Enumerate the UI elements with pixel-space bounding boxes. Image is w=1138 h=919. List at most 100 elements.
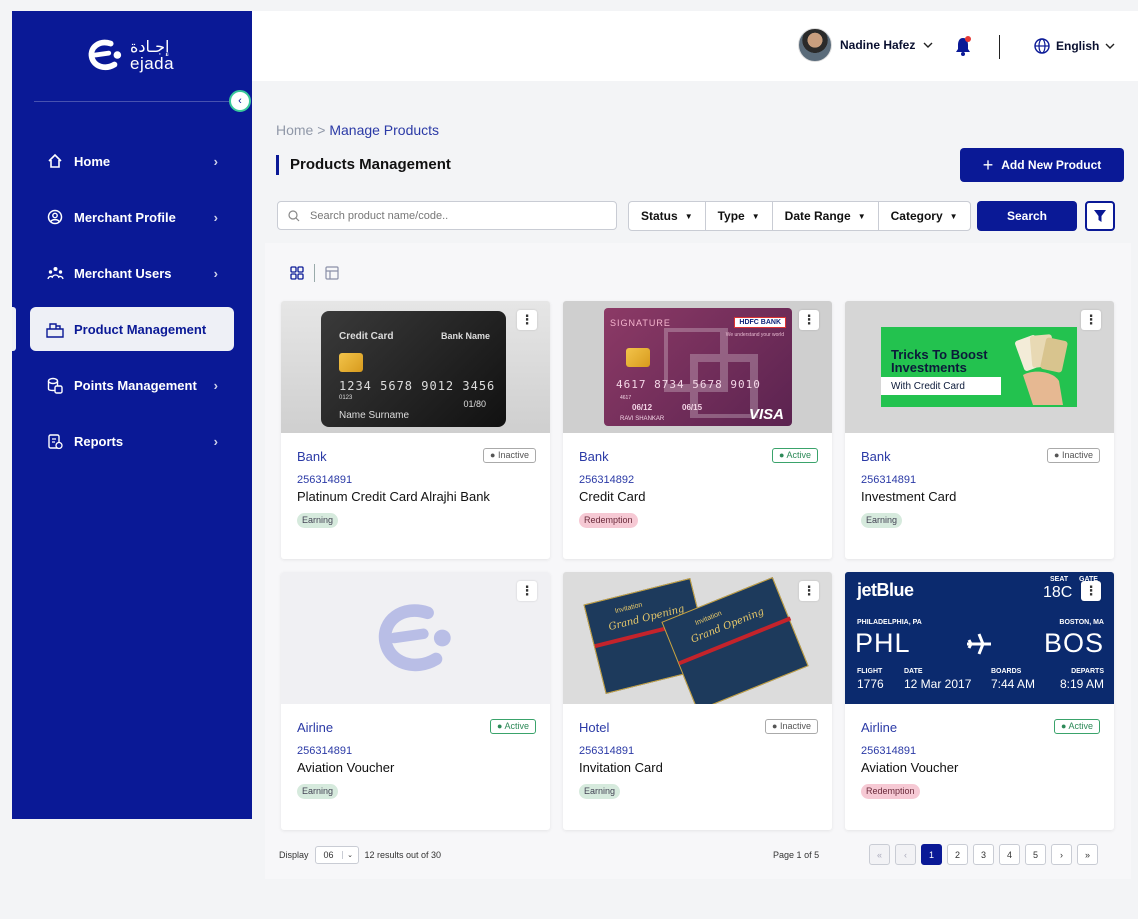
card-code: 256314891 — [579, 745, 635, 757]
product-card[interactable]: jetBlue SEAT GATE 18C PHILADELPHIA, PA B… — [845, 572, 1114, 830]
card-menu-icon[interactable]: ⋮ — [1081, 310, 1101, 330]
search-input[interactable] — [310, 209, 590, 222]
next-page-button[interactable]: › — [1051, 844, 1072, 865]
last-page-button[interactable]: » — [1077, 844, 1098, 865]
notification-bell-icon[interactable] — [954, 35, 972, 57]
display-count: Display 06 ⌄ 12 results out of 30 — [279, 846, 441, 864]
from-city: PHILADELPHIA, PA — [857, 619, 922, 626]
chevron-down-icon: ⌄ — [341, 851, 358, 859]
product-image: jetBlue SEAT GATE 18C PHILADELPHIA, PA B… — [845, 572, 1114, 704]
product-card[interactable]: Credit Card Bank Name 1234 5678 9012 345… — [281, 301, 550, 559]
sidebar-item-home[interactable]: Home › — [30, 139, 234, 183]
hand-holding-cards-image — [1015, 334, 1068, 405]
page-button-1[interactable]: 1 — [921, 844, 942, 865]
filter-type-dropdown[interactable]: Type ▼ — [706, 202, 773, 230]
filter-date-range-dropdown[interactable]: Date Range ▼ — [773, 202, 879, 230]
status-badge: ● Active — [1054, 719, 1100, 734]
first-page-button[interactable]: « — [869, 844, 890, 865]
view-toggle-divider — [314, 264, 315, 282]
search-icon — [288, 209, 300, 221]
card-menu-icon[interactable]: ⋮ — [799, 310, 819, 330]
page-size-select[interactable]: 06 ⌄ — [314, 846, 359, 864]
caret-down-icon: ▼ — [857, 211, 866, 221]
type-badge: Earning — [861, 513, 903, 528]
language-selector[interactable]: English — [1034, 38, 1115, 54]
breadcrumb-current: Manage Products — [329, 122, 440, 138]
sidebar-item-merchant-profile[interactable]: Merchant Profile › — [30, 195, 234, 239]
page-button-4[interactable]: 4 — [999, 844, 1020, 865]
card-name: Invitation Card — [579, 760, 663, 775]
coins-icon — [46, 376, 64, 394]
card-category: Bank — [297, 449, 327, 464]
card-menu-icon[interactable]: ⋮ — [517, 581, 537, 601]
double-chevron-right-icon: » — [1084, 849, 1090, 860]
product-card[interactable]: Invitation Grand Opening Invitation Gran… — [563, 572, 832, 830]
product-image: Tricks To Boost Investments With Credit … — [845, 301, 1114, 433]
sidebar-item-product-management[interactable]: Product Management — [30, 307, 234, 351]
add-new-product-button[interactable]: + Add New Product — [960, 148, 1124, 182]
chevron-down-icon — [923, 42, 933, 48]
filter-bar: Status ▼ Type ▼ Date Range ▼ Category ▼ — [628, 201, 971, 231]
card-menu-icon[interactable]: ⋮ — [1081, 581, 1101, 601]
search-button[interactable]: Search — [977, 201, 1077, 231]
filter-label: Type — [717, 209, 745, 223]
advanced-filter-button[interactable] — [1085, 201, 1115, 231]
seat-label: SEAT — [1050, 576, 1069, 583]
user-menu[interactable]: Nadine Hafez — [798, 28, 933, 62]
page-button-2[interactable]: 2 — [947, 844, 968, 865]
sidebar-item-label: Merchant Users — [74, 265, 172, 281]
caret-down-icon: ▼ — [949, 211, 958, 221]
type-badge: Earning — [297, 784, 339, 799]
product-card[interactable]: Tricks To Boost Investments With Credit … — [845, 301, 1114, 559]
filter-label: Category — [890, 209, 943, 223]
grid-view-icon[interactable] — [290, 266, 304, 280]
product-image: Credit Card Bank Name 1234 5678 9012 345… — [281, 301, 550, 433]
product-card[interactable]: ⋮ Airline ● Active 256314891 Aviation Vo… — [281, 572, 550, 830]
breadcrumb-separator: > — [313, 122, 330, 138]
top-bar: Nadine Hafez English — [252, 11, 1138, 81]
card-name: Aviation Voucher — [861, 760, 959, 775]
table-view-icon[interactable] — [325, 266, 339, 280]
sidebar-item-points-management[interactable]: Points Management › — [30, 363, 234, 407]
banner-line-3: With Credit Card — [891, 381, 965, 392]
card-art-bank: Bank Name — [440, 331, 490, 341]
airplane-icon — [967, 633, 991, 655]
funnel-icon — [1094, 210, 1106, 222]
card-name: Aviation Voucher — [297, 760, 395, 775]
card-code: 256314891 — [861, 474, 917, 486]
type-badge: Redemption — [579, 513, 638, 528]
filter-label: Status — [641, 209, 678, 223]
logo-text-arabic: إجـادة — [130, 36, 170, 56]
card-category: Airline — [297, 720, 334, 735]
ejada-logo-icon — [88, 39, 122, 70]
card-art-title: Credit Card — [339, 331, 394, 342]
card-art-expiry: 01/80 — [463, 399, 486, 409]
status-badge: ● Inactive — [765, 719, 818, 734]
card-menu-icon[interactable]: ⋮ — [517, 310, 537, 330]
report-icon — [46, 432, 64, 450]
card-art-small: 0123 — [339, 395, 353, 401]
filter-status-dropdown[interactable]: Status ▼ — [629, 202, 706, 230]
previous-page-button[interactable]: ‹ — [895, 844, 916, 865]
to-code: BOS — [1043, 628, 1104, 658]
view-toggle — [290, 264, 339, 282]
breadcrumb-home[interactable]: Home — [276, 122, 313, 138]
plus-icon: + — [982, 155, 994, 175]
double-chevron-left-icon: « — [876, 849, 882, 860]
product-card[interactable]: SIGNATURE HDFC BANK We understand your w… — [563, 301, 832, 559]
sidebar-item-reports[interactable]: Reports › — [30, 419, 234, 463]
ejada-logo[interactable]: إجـادة ejada — [86, 37, 174, 73]
card-category: Airline — [861, 720, 898, 735]
status-badge: ● Inactive — [1047, 448, 1100, 463]
page-button-3[interactable]: 3 — [973, 844, 994, 865]
chevron-left-icon: ‹ — [238, 95, 242, 107]
filter-category-dropdown[interactable]: Category ▼ — [879, 202, 970, 230]
status-badge: ● Inactive — [483, 448, 536, 463]
sidebar-item-merchant-users[interactable]: Merchant Users › — [30, 251, 234, 295]
card-menu-icon[interactable]: ⋮ — [799, 581, 819, 601]
page-button-5[interactable]: 5 — [1025, 844, 1046, 865]
page-label: Page — [773, 850, 795, 860]
card-art-number: 1234 5678 9012 3456 — [339, 379, 496, 393]
product-image: Invitation Grand Opening Invitation Gran… — [563, 572, 832, 704]
collapse-sidebar-button[interactable]: ‹ — [229, 90, 251, 112]
